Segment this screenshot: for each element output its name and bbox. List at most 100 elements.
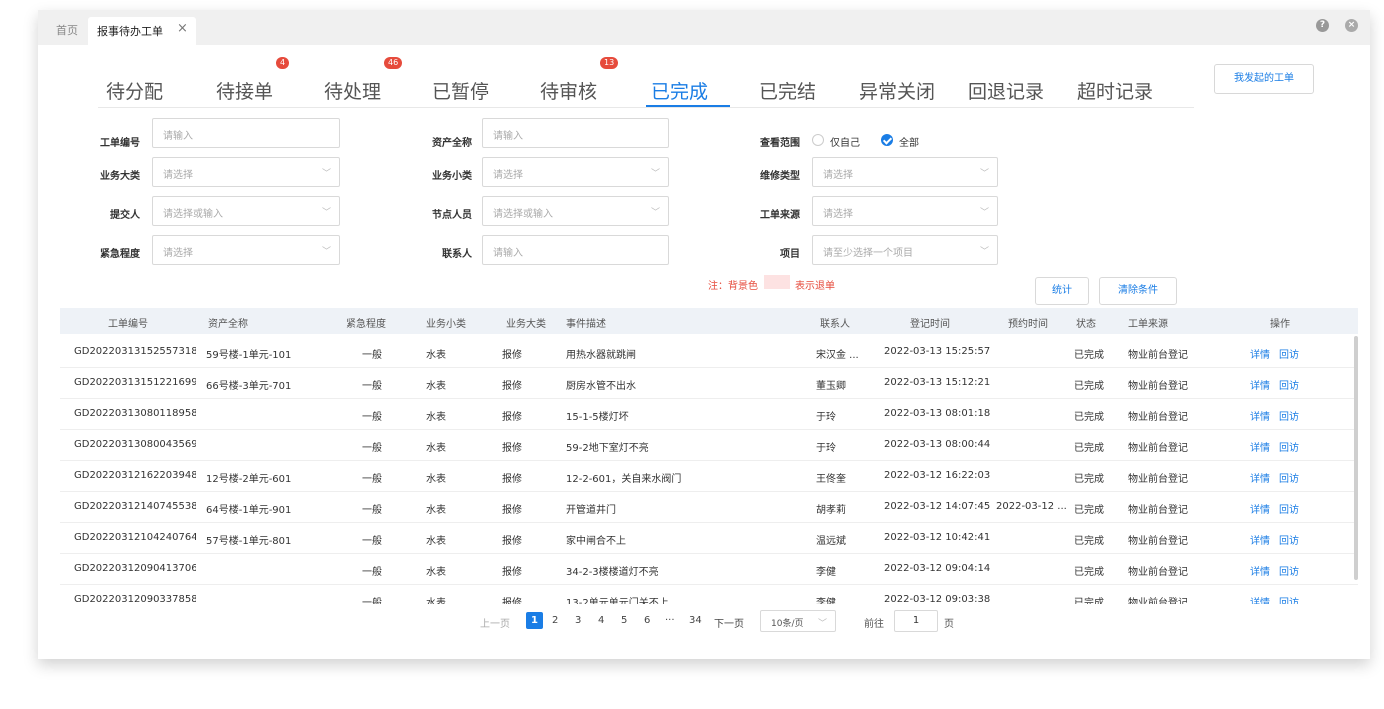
- cell-contact: 胡孝莉: [816, 505, 846, 516]
- cell-major: 报修: [502, 350, 522, 361]
- biz-minor-select[interactable]: 请选择 ﹀: [482, 157, 669, 187]
- detail-link[interactable]: 详情: [1250, 532, 1270, 547]
- page-6[interactable]: 6: [644, 615, 650, 626]
- repair-type-select[interactable]: 请选择 ﹀: [812, 157, 998, 187]
- chevron-down-icon: ﹀: [817, 619, 827, 629]
- page-4[interactable]: 4: [598, 615, 604, 626]
- order-no-input[interactable]: 请输入: [152, 118, 340, 148]
- table-row: GD202203131525573183 59号楼-1单元-101 一般 水表 …: [60, 336, 1358, 368]
- revisit-link[interactable]: 回访: [1279, 439, 1299, 454]
- tab-pending-orders-label: 报事待办工单: [97, 25, 163, 38]
- revisit-link[interactable]: 回访: [1279, 532, 1299, 547]
- contact-input[interactable]: 请输入: [482, 235, 669, 265]
- col-asset: 资产全称: [208, 319, 248, 330]
- revisit-link[interactable]: 回访: [1279, 408, 1299, 423]
- cell-asset: 59号楼-1单元-101: [206, 350, 292, 361]
- clear-button[interactable]: 清除条件: [1099, 277, 1177, 305]
- page-3[interactable]: 3: [575, 615, 581, 626]
- cell-minor: 水表: [426, 381, 446, 392]
- detail-link[interactable]: 详情: [1250, 346, 1270, 361]
- asset-name-input[interactable]: 请输入: [482, 118, 669, 148]
- detail-link[interactable]: 详情: [1250, 501, 1270, 516]
- revisit-link[interactable]: 回访: [1279, 594, 1299, 604]
- project-select[interactable]: 请至少选择一个项目 ﹀: [812, 235, 998, 265]
- project-value: 请至少选择一个项目: [823, 248, 913, 259]
- revisit-link[interactable]: 回访: [1279, 563, 1299, 578]
- cell-status: 已完成: [1074, 598, 1104, 604]
- tab-home[interactable]: 首页: [56, 22, 78, 38]
- cell-urgency: 一般: [362, 381, 382, 392]
- scope-self-radio[interactable]: [812, 134, 824, 146]
- page-size-select[interactable]: 10条/页 ﹀: [760, 610, 836, 632]
- revisit-link[interactable]: 回访: [1279, 346, 1299, 361]
- cell-major: 报修: [502, 567, 522, 578]
- page-34[interactable]: 34: [689, 615, 702, 626]
- close-window-icon[interactable]: ×: [1345, 19, 1358, 32]
- cell-contact: 温远斌: [816, 536, 846, 547]
- col-contact: 联系人: [820, 319, 850, 330]
- chevron-down-icon: ﹀: [979, 169, 989, 179]
- page-1[interactable]: 1: [526, 612, 543, 629]
- revisit-link[interactable]: 回访: [1279, 501, 1299, 516]
- tab-close-icon[interactable]: ×: [177, 21, 188, 36]
- stats-button[interactable]: 统计: [1035, 277, 1089, 305]
- table-row: GD202203130801189580 一般 水表 报修 15-1-5楼灯坏 …: [60, 398, 1358, 430]
- cell-urgency: 一般: [362, 350, 382, 361]
- biz-major-select[interactable]: 请选择 ﹀: [152, 157, 340, 187]
- cell-contact: 李健: [816, 567, 836, 578]
- page-ellipsis[interactable]: ···: [665, 615, 675, 626]
- page-2[interactable]: 2: [552, 615, 558, 626]
- urgency-label: 紧急程度: [100, 249, 140, 260]
- status-tab-unassigned[interactable]: 待分配: [106, 77, 163, 104]
- detail-link[interactable]: 详情: [1250, 594, 1270, 604]
- my-orders-button[interactable]: 我发起的工单: [1214, 64, 1314, 94]
- cell-urgency: 一般: [362, 474, 382, 485]
- scope-all-label[interactable]: 全部: [899, 134, 919, 149]
- detail-link[interactable]: 详情: [1250, 563, 1270, 578]
- status-tab-closed[interactable]: 已完结: [759, 77, 816, 104]
- contact-label: 联系人: [442, 249, 472, 260]
- help-icon[interactable]: ?: [1316, 19, 1329, 32]
- revisit-link[interactable]: 回访: [1279, 377, 1299, 392]
- main-window: 首页 报事待办工单 × ? × 待分配 待接单 4 待处理 46 已暂停 待审核…: [38, 10, 1370, 659]
- node-person-select[interactable]: 请选择或输入 ﹀: [482, 196, 669, 226]
- status-tab-to-accept[interactable]: 待接单: [216, 77, 273, 104]
- status-tab-to-review[interactable]: 待审核: [540, 77, 597, 104]
- status-tab-timeout-records[interactable]: 超时记录: [1077, 77, 1153, 104]
- goto-prefix: 前往: [864, 619, 884, 630]
- order-source-select[interactable]: 请选择 ﹀: [812, 196, 998, 226]
- cell-reg-time: 2022-03-12 14:07:45: [884, 501, 991, 512]
- next-page-button[interactable]: 下一页: [714, 615, 744, 630]
- detail-link[interactable]: 详情: [1250, 408, 1270, 423]
- submitter-select[interactable]: 请选择或输入 ﹀: [152, 196, 340, 226]
- cell-status: 已完成: [1074, 567, 1104, 578]
- page-5[interactable]: 5: [621, 615, 627, 626]
- cell-reg-time: 2022-03-13 08:01:18: [884, 408, 991, 419]
- cell-source: 物业前台登记: [1128, 474, 1188, 485]
- chevron-down-icon: ﹀: [979, 208, 989, 218]
- chevron-down-icon: ﹀: [321, 247, 331, 257]
- status-tab-completed[interactable]: 已完成: [651, 77, 708, 104]
- detail-link[interactable]: 详情: [1250, 470, 1270, 485]
- cell-order-no: GD202203120904137066: [74, 563, 196, 574]
- table-scrollbar[interactable]: [1354, 336, 1358, 580]
- prev-page-button[interactable]: 上一页: [480, 615, 510, 630]
- detail-link[interactable]: 详情: [1250, 439, 1270, 454]
- cell-urgency: 一般: [362, 505, 382, 516]
- cell-urgency: 一般: [362, 412, 382, 423]
- status-tab-abnormal-closed[interactable]: 异常关闭: [859, 77, 935, 104]
- urgency-select[interactable]: 请选择 ﹀: [152, 235, 340, 265]
- badge-to-process: 46: [384, 57, 403, 69]
- scope-all-radio[interactable]: [881, 134, 893, 146]
- cell-status: 已完成: [1074, 536, 1104, 547]
- revisit-link[interactable]: 回访: [1279, 470, 1299, 485]
- cell-desc: 12-2-601，关自来水阀门: [566, 474, 682, 485]
- goto-page-input[interactable]: 1: [894, 610, 938, 632]
- scope-self-label[interactable]: 仅自己: [830, 134, 860, 149]
- tab-pending-orders[interactable]: 报事待办工单 ×: [88, 17, 196, 45]
- submitter-label: 提交人: [110, 210, 140, 221]
- status-tab-to-process[interactable]: 待处理: [324, 77, 381, 104]
- status-tab-paused[interactable]: 已暂停: [432, 77, 489, 104]
- detail-link[interactable]: 详情: [1250, 377, 1270, 392]
- status-tab-return-records[interactable]: 回退记录: [968, 77, 1044, 104]
